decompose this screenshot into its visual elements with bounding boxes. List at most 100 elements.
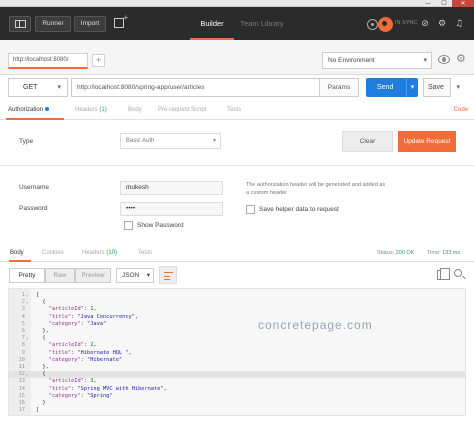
line-number: 9	[21, 349, 25, 356]
sync-status: IN SYNC	[395, 20, 418, 26]
chevron-down-icon: ▾	[146, 272, 150, 279]
window-controls: — ☐ ✕	[420, 0, 474, 7]
eye-icon[interactable]	[438, 55, 450, 64]
tab-response-body[interactable]: Body	[10, 250, 24, 256]
code-text: {	[36, 371, 46, 379]
generate-code-link[interactable]: Code	[454, 107, 468, 113]
tab-response-tests[interactable]: Tests	[138, 250, 152, 256]
tab-response-cookies[interactable]: Cookies	[42, 250, 64, 256]
chevron-down-icon[interactable]: ▾	[456, 79, 460, 96]
fold-icon[interactable]: ▾	[26, 335, 28, 342]
line-number: 2	[21, 299, 25, 306]
code-line: 8 "articleId": 2,	[9, 342, 465, 349]
line-number: 8	[21, 342, 25, 349]
add-tab-button[interactable]: +	[92, 54, 105, 67]
wrap-lines-icon[interactable]	[159, 266, 177, 284]
send-label: Send	[377, 84, 394, 91]
search-icon[interactable]	[454, 269, 462, 277]
line-number: 12	[18, 371, 25, 378]
preview-button[interactable]: Preview	[75, 268, 111, 283]
line-number: 1	[21, 292, 25, 298]
save-label: Save	[428, 84, 444, 91]
params-button[interactable]: Params	[319, 78, 359, 97]
auth-note: The authorization header will be generat…	[246, 182, 386, 196]
code-line: 3 "articleId": 1,	[9, 306, 465, 313]
tab-response-headers[interactable]: Headers (10)	[82, 250, 117, 256]
response-tabs: Body Cookies Headers (10) Tests Status: …	[0, 246, 474, 262]
settings-icon[interactable]: ⚙	[436, 18, 448, 30]
notifications-icon[interactable]: ♫	[453, 18, 465, 30]
save-helper-checkbox[interactable]	[246, 205, 255, 214]
url-input[interactable]: http://localhost:8080/spring-app/user/ar…	[71, 78, 319, 97]
new-window-button[interactable]	[111, 14, 131, 32]
environment-select[interactable]: No Environment ▾	[322, 52, 432, 69]
tab-pre-request-script[interactable]: Pre-request Script	[158, 107, 206, 113]
copy-icon[interactable]	[437, 268, 450, 280]
sync-icon[interactable]	[367, 19, 378, 30]
code-text: {	[36, 299, 46, 306]
request-options-tabs: Authorization Headers (1) Body Pre-reque…	[0, 103, 474, 120]
fold-icon[interactable]: ▾	[26, 371, 28, 378]
response-body-editor[interactable]: 1 ▾[2 ▾ {3 "articleId": 1, 4 "title": "Java…	[8, 288, 466, 416]
code-text: {	[36, 335, 46, 342]
pretty-button[interactable]: Pretty	[9, 268, 45, 283]
format-value: JSON	[122, 272, 140, 279]
url-bar: GET ▾ http://localhost:8080/spring-app/u…	[0, 75, 474, 101]
send-button[interactable]: Send ▾	[366, 78, 418, 97]
app-header: Runner Import Builder Team Library IN SY…	[0, 7, 474, 40]
window-titlebar: — ☐ ✕	[0, 0, 474, 7]
save-helper-label: Save helper data to request	[259, 206, 339, 213]
update-request-button[interactable]: Update Request	[398, 131, 456, 152]
tab-headers[interactable]: Headers (1)	[75, 107, 107, 113]
active-dot-icon	[45, 107, 50, 112]
line-number: 14	[18, 385, 25, 392]
time-value: 133 ms	[442, 250, 461, 256]
save-button[interactable]: Save ▾	[423, 78, 460, 97]
tab-tests[interactable]: Tests	[227, 107, 241, 113]
line-number: 3	[21, 306, 25, 313]
line-number: 4	[21, 313, 25, 320]
code-text: "category": "Spring"	[48, 392, 113, 399]
time-label: Time:	[427, 250, 441, 256]
format-select[interactable]: JSON ▾	[116, 268, 154, 283]
chevron-down-icon: ▾	[212, 138, 216, 144]
fold-icon[interactable]: ▾	[26, 299, 28, 306]
clear-button[interactable]: Clear	[342, 131, 393, 152]
import-button[interactable]: Import	[74, 16, 106, 32]
tab-authorization[interactable]: Authorization	[8, 107, 50, 113]
code-text: },	[36, 328, 49, 334]
tab-builder[interactable]: Builder	[190, 7, 234, 40]
active-tab-indicator	[6, 118, 64, 120]
toggle-sidebar-button[interactable]	[9, 16, 31, 32]
minimize-icon[interactable]: —	[420, 0, 436, 7]
tab-team-library[interactable]: Team Library	[236, 7, 288, 40]
show-password-checkbox[interactable]	[124, 221, 133, 230]
request-tab[interactable]: http://localhost:8080/	[8, 53, 88, 69]
maximize-icon[interactable]: ☐	[436, 0, 452, 7]
close-icon[interactable]: ✕	[452, 0, 474, 7]
username-field[interactable]: mukesh	[120, 181, 223, 195]
postman-logo-icon	[378, 17, 393, 32]
code-text: "category": "Java"	[48, 320, 107, 327]
code-text: ]	[36, 407, 40, 414]
fold-icon[interactable]: ▾	[26, 292, 28, 299]
method-select[interactable]: GET ▾	[8, 78, 68, 97]
interceptor-icon[interactable]: ⊘	[419, 18, 431, 30]
code-line: 17]	[9, 407, 465, 414]
line-number: 15	[18, 392, 25, 399]
time-readout: Time: 133 ms	[427, 250, 460, 256]
auth-type-select[interactable]: Basic Auth ▾	[120, 133, 221, 149]
code-text: "title": "Spring MVC with Hibernate",	[48, 385, 167, 392]
gear-icon[interactable]: ⚙	[456, 52, 466, 65]
runner-button[interactable]: Runner	[35, 16, 71, 32]
method-value: GET	[23, 84, 38, 91]
send-options-icon[interactable]: ▾	[406, 78, 418, 97]
code-text: },	[36, 364, 49, 370]
divider	[0, 165, 474, 166]
raw-button[interactable]: Raw	[45, 268, 75, 283]
code-text: "articleId": 2,	[48, 342, 97, 349]
password-field[interactable]: ••••	[120, 202, 223, 216]
line-number: 10	[18, 356, 25, 363]
code-text: "title": "Hibernate HQL ",	[48, 349, 132, 356]
tab-body[interactable]: Body	[128, 107, 142, 113]
